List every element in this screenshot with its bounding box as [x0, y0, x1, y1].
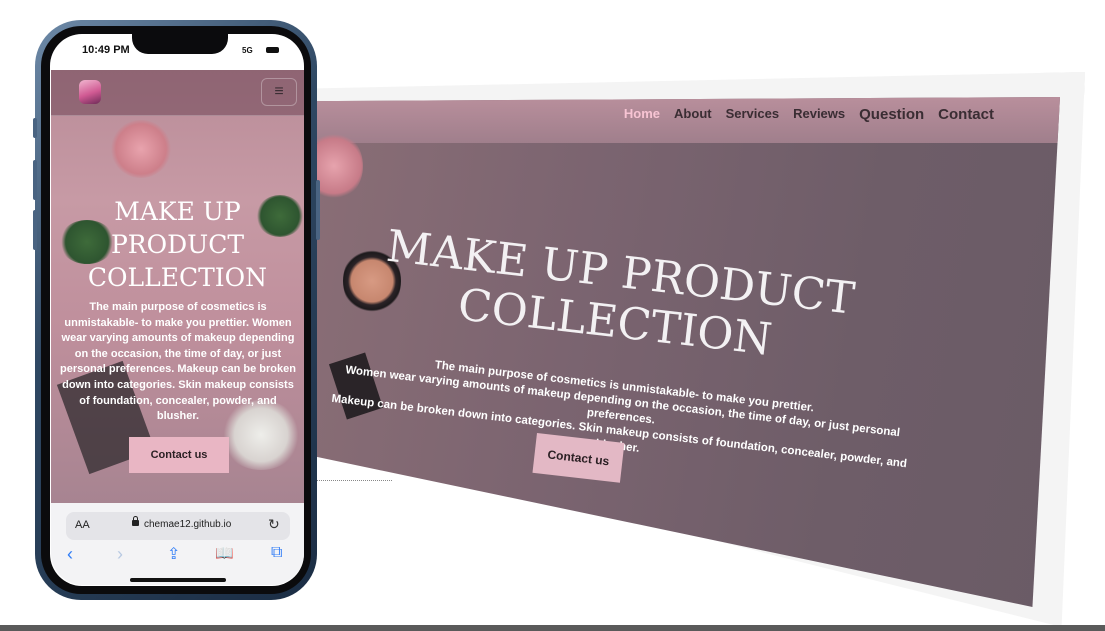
phone-title-line2: PRODUCT: [110, 230, 245, 259]
reload-icon[interactable]: ↻: [268, 516, 280, 533]
desktop-contact-button[interactable]: Contact us: [532, 433, 625, 483]
tabs-icon[interactable]: ⧉: [271, 544, 282, 562]
brand-logo-icon[interactable]: [79, 80, 101, 104]
phone-navbar: ≡: [51, 70, 304, 116]
menu-toggle-button[interactable]: ≡: [261, 78, 297, 106]
reader-mode-button[interactable]: AA: [75, 519, 90, 531]
share-icon[interactable]: ⇪: [167, 544, 180, 564]
desktop-navbar: Home About Services Reviews Question Con…: [315, 97, 1060, 143]
phone-hero: ≡ MAKE UP PRODUCT COLLECTION The main pu…: [51, 70, 304, 503]
desktop-hero-title: MAKE UP PRODUCT COLLECTION: [354, 219, 882, 377]
powder-image: [111, 120, 171, 178]
phone-contact-button[interactable]: Contact us: [129, 437, 229, 473]
nav-home[interactable]: Home: [624, 106, 660, 123]
hamburger-icon: ≡: [274, 83, 284, 100]
signal-indicator: 5G: [242, 46, 253, 55]
battery-icon: [266, 47, 279, 53]
home-indicator: [130, 578, 226, 582]
phone-title-line3: COLLECTION: [87, 263, 268, 292]
phone-hero-title: MAKE UP PRODUCT COLLECTION: [51, 195, 304, 294]
nav-about[interactable]: About: [674, 106, 712, 123]
phone-hero-text: The main purpose of cosmetics is unmista…: [60, 301, 296, 423]
nav-reviews[interactable]: Reviews: [793, 106, 845, 123]
divider-line: [312, 480, 392, 481]
phone-silent-switch: [33, 118, 37, 138]
back-icon[interactable]: ‹: [67, 544, 73, 565]
phone-volume-up: [33, 160, 37, 200]
phone-notch: [132, 26, 228, 54]
forward-icon[interactable]: ›: [117, 544, 123, 565]
nav-services[interactable]: Services: [726, 106, 780, 123]
url-text: chemae12.github.io: [144, 519, 232, 530]
desktop-nav-list: Home About Services Reviews Question Con…: [624, 106, 994, 123]
safari-toolbar: ‹ › ⇪ 📖 ⧉: [51, 544, 304, 570]
bookmarks-icon[interactable]: 📖: [215, 544, 234, 562]
status-time: 10:49 PM: [82, 44, 130, 56]
address-bar[interactable]: AA chemae12.github.io ↻: [66, 512, 290, 540]
nav-contact[interactable]: Contact: [938, 106, 994, 123]
phone-power-button: [316, 180, 320, 240]
desktop-screen: Home About Services Reviews Question Con…: [315, 97, 1060, 607]
lock-icon: [132, 516, 139, 526]
bottom-divider: [0, 625, 1105, 631]
phone-title-line1: MAKE UP: [114, 197, 241, 226]
phone-volume-down: [33, 210, 37, 250]
nav-question[interactable]: Question: [859, 106, 924, 123]
